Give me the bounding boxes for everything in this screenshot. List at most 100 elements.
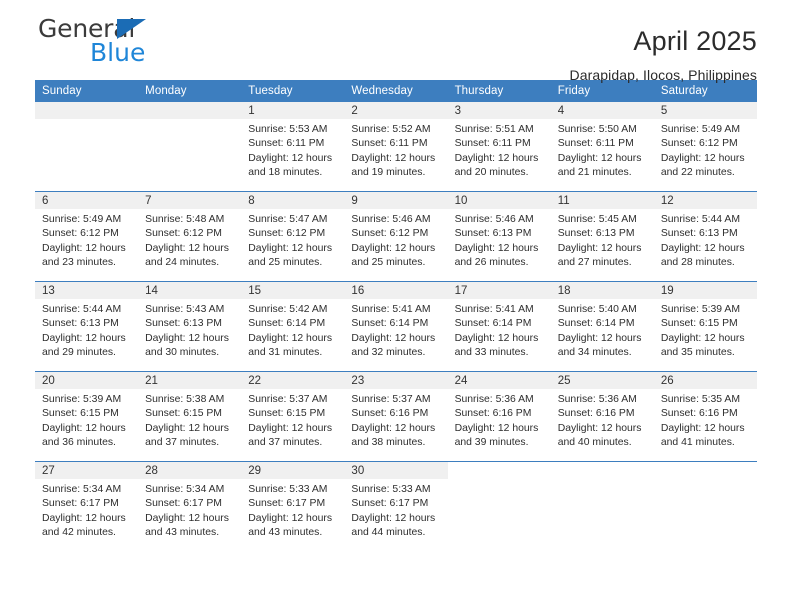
day-cell-13[interactable]: 13 Sunrise: 5:44 AM Sunset: 6:13 PM Dayligh…	[35, 282, 139, 371]
day-cell-2[interactable]: 2 Sunrise: 5:52 AM Sunset: 6:11 PM Daylight…	[344, 102, 448, 191]
day-cell-25[interactable]: 25 Sunrise: 5:36 AM Sunset: 6:16 PM Dayligh…	[550, 372, 654, 461]
day-cell-empty	[138, 102, 242, 191]
sunrise-line: Sunrise: 5:38 AM	[145, 394, 225, 405]
daylight-line: and 43 minutes.	[145, 527, 220, 539]
day-cell-5[interactable]: 5 Sunrise: 5:49 AM Sunset: 6:12 PM Daylight…	[653, 102, 757, 191]
daylight-line: Daylight: 12 hours	[145, 422, 229, 434]
sunrise-line: Sunrise: 5:47 AM	[248, 214, 328, 225]
day-cell-14[interactable]: 14 Sunrise: 5:43 AM Sunset: 6:13 PM Dayligh…	[138, 282, 242, 371]
day-cell-21[interactable]: 21 Sunrise: 5:38 AM Sunset: 6:15 PM Dayligh…	[138, 372, 242, 461]
day-cell-26[interactable]: 26 Sunrise: 5:35 AM Sunset: 6:16 PM Dayligh…	[653, 372, 757, 461]
day-cell-6[interactable]: 6 Sunrise: 5:49 AM Sunset: 6:12 PM Daylight…	[35, 192, 139, 281]
day-cell-3[interactable]: 3 Sunrise: 5:51 AM Sunset: 6:11 PM Daylight…	[447, 102, 551, 191]
calendar-cell: 2 Sunrise: 5:52 AM Sunset: 6:11 PM Daylight…	[344, 102, 448, 192]
day-cell-11[interactable]: 11 Sunrise: 5:45 AM Sunset: 6:13 PM Dayligh…	[550, 192, 654, 281]
day-number: 8	[241, 192, 345, 209]
sunrise-line: Sunrise: 5:52 AM	[351, 124, 431, 135]
day-sun-info: Sunrise: 5:46 AM Sunset: 6:13 PM Daylight:…	[448, 209, 551, 271]
day-cell-10[interactable]: 10 Sunrise: 5:46 AM Sunset: 6:13 PM Dayligh…	[447, 192, 551, 281]
sunrise-line: Sunrise: 5:34 AM	[145, 484, 225, 495]
sunset-line: Sunset: 6:11 PM	[454, 138, 531, 150]
page-subtitle: Darapidap, Ilocos, Philippines	[569, 67, 757, 83]
day-cell-12[interactable]: 12 Sunrise: 5:44 AM Sunset: 6:13 PM Dayligh…	[653, 192, 757, 281]
day-sun-info: Sunrise: 5:46 AM Sunset: 6:12 PM Daylight:…	[344, 209, 447, 271]
day-cell-4[interactable]: 4 Sunrise: 5:50 AM Sunset: 6:11 PM Daylight…	[550, 102, 654, 191]
day-sun-info: Sunrise: 5:52 AM Sunset: 6:11 PM Daylight:…	[344, 119, 447, 181]
weekday-header-saturday: Saturday	[653, 80, 757, 102]
day-cell-29[interactable]: 29 Sunrise: 5:33 AM Sunset: 6:17 PM Dayligh…	[241, 462, 345, 551]
daylight-line: and 29 minutes.	[42, 347, 116, 359]
calendar-cell: 18 Sunrise: 5:40 AM Sunset: 6:14 PM Dayligh…	[550, 281, 654, 372]
daylight-line: and 36 minutes.	[42, 437, 116, 449]
day-cell-8[interactable]: 8 Sunrise: 5:47 AM Sunset: 6:12 PM Daylight…	[241, 192, 345, 281]
sunset-line: Sunset: 6:11 PM	[248, 138, 325, 150]
sunrise-line: Sunrise: 5:53 AM	[248, 124, 328, 135]
day-cell-22[interactable]: 22 Sunrise: 5:37 AM Sunset: 6:15 PM Dayligh…	[241, 372, 345, 461]
daylight-line: and 38 minutes.	[351, 437, 426, 449]
calendar-cell	[447, 461, 551, 551]
day-cell-18[interactable]: 18 Sunrise: 5:40 AM Sunset: 6:14 PM Dayligh…	[550, 282, 654, 371]
sunrise-line: Sunrise: 5:35 AM	[660, 394, 740, 405]
sunset-line: Sunset: 6:17 PM	[351, 498, 429, 510]
calendar-cell: 27 Sunrise: 5:34 AM Sunset: 6:17 PM Dayligh…	[35, 461, 139, 551]
day-cell-9[interactable]: 9 Sunrise: 5:46 AM Sunset: 6:12 PM Daylight…	[344, 192, 448, 281]
sunrise-line: Sunrise: 5:37 AM	[351, 394, 431, 405]
day-cell-28[interactable]: 28 Sunrise: 5:34 AM Sunset: 6:17 PM Dayligh…	[138, 462, 242, 551]
sunrise-line: Sunrise: 5:48 AM	[145, 214, 225, 225]
daylight-line: Daylight: 12 hours	[351, 422, 436, 434]
calendar-cell: 9 Sunrise: 5:46 AM Sunset: 6:12 PM Daylight…	[344, 191, 448, 282]
day-sun-info: Sunrise: 5:35 AM Sunset: 6:16 PM Daylight:…	[654, 389, 757, 451]
day-cell-24[interactable]: 24 Sunrise: 5:36 AM Sunset: 6:16 PM Dayligh…	[447, 372, 551, 461]
day-number: 1	[241, 102, 345, 119]
calendar-cell: 25 Sunrise: 5:36 AM Sunset: 6:16 PM Dayligh…	[550, 371, 654, 462]
day-number: 28	[138, 462, 242, 479]
sunset-line: Sunset: 6:13 PM	[557, 228, 635, 240]
calendar-cell: 28 Sunrise: 5:34 AM Sunset: 6:17 PM Dayligh…	[138, 461, 242, 551]
daylight-line: Daylight: 12 hours	[145, 332, 229, 344]
day-cell-30[interactable]: 30 Sunrise: 5:33 AM Sunset: 6:17 PM Dayligh…	[344, 462, 448, 551]
calendar-cell: 24 Sunrise: 5:36 AM Sunset: 6:16 PM Dayligh…	[447, 371, 551, 462]
day-sun-info: Sunrise: 5:49 AM Sunset: 6:12 PM Daylight:…	[35, 209, 138, 271]
day-cell-empty	[653, 462, 757, 551]
daylight-line: Daylight: 12 hours	[351, 332, 436, 344]
calendar-cell: 29 Sunrise: 5:33 AM Sunset: 6:17 PM Dayligh…	[241, 461, 345, 551]
sunrise-line: Sunrise: 5:33 AM	[351, 484, 431, 495]
day-cell-19[interactable]: 19 Sunrise: 5:39 AM Sunset: 6:15 PM Dayligh…	[653, 282, 757, 371]
day-cell-16[interactable]: 16 Sunrise: 5:41 AM Sunset: 6:14 PM Dayligh…	[344, 282, 448, 371]
sunrise-line: Sunrise: 5:49 AM	[660, 124, 740, 135]
sunset-line: Sunset: 6:15 PM	[660, 318, 738, 330]
day-cell-27[interactable]: 27 Sunrise: 5:34 AM Sunset: 6:17 PM Dayligh…	[35, 462, 139, 551]
day-cell-15[interactable]: 15 Sunrise: 5:42 AM Sunset: 6:14 PM Dayligh…	[241, 282, 345, 371]
calendar-cell: 8 Sunrise: 5:47 AM Sunset: 6:12 PM Daylight…	[241, 191, 345, 282]
day-cell-7[interactable]: 7 Sunrise: 5:48 AM Sunset: 6:12 PM Daylight…	[138, 192, 242, 281]
calendar-page: General Blue April 2025 Darapidap, Iloco…	[0, 0, 792, 612]
sunrise-line: Sunrise: 5:41 AM	[351, 304, 431, 315]
calendar-cell: 5 Sunrise: 5:49 AM Sunset: 6:12 PM Daylight…	[653, 102, 757, 192]
day-cell-17[interactable]: 17 Sunrise: 5:41 AM Sunset: 6:14 PM Dayligh…	[447, 282, 551, 371]
sunrise-line: Sunrise: 5:50 AM	[557, 124, 637, 135]
sunrise-line: Sunrise: 5:39 AM	[660, 304, 740, 315]
day-cell-1[interactable]: 1 Sunrise: 5:53 AM Sunset: 6:11 PM Daylight…	[241, 102, 345, 191]
day-number: 20	[35, 372, 139, 389]
day-number: 13	[35, 282, 139, 299]
sunset-line: Sunset: 6:17 PM	[42, 498, 119, 510]
day-number: 23	[344, 372, 448, 389]
sunset-line: Sunset: 6:12 PM	[660, 138, 738, 150]
daylight-line: Daylight: 12 hours	[660, 152, 745, 164]
day-sun-info: Sunrise: 5:41 AM Sunset: 6:14 PM Daylight:…	[448, 299, 551, 361]
day-number: 2	[344, 102, 448, 119]
daylight-line: and 20 minutes.	[454, 167, 529, 179]
day-number: 30	[344, 462, 448, 479]
calendar-cell: 17 Sunrise: 5:41 AM Sunset: 6:14 PM Dayligh…	[447, 281, 551, 372]
sunset-line: Sunset: 6:15 PM	[248, 408, 326, 420]
sunrise-line: Sunrise: 5:51 AM	[454, 124, 534, 135]
day-sun-info: Sunrise: 5:49 AM Sunset: 6:12 PM Daylight:…	[654, 119, 757, 181]
weekday-header-wednesday: Wednesday	[344, 80, 448, 102]
day-cell-20[interactable]: 20 Sunrise: 5:39 AM Sunset: 6:15 PM Dayligh…	[35, 372, 139, 461]
day-cell-23[interactable]: 23 Sunrise: 5:37 AM Sunset: 6:16 PM Dayligh…	[344, 372, 448, 461]
daylight-line: and 34 minutes.	[557, 347, 632, 359]
day-number: 24	[447, 372, 551, 389]
calendar-cell: 1 Sunrise: 5:53 AM Sunset: 6:11 PM Daylight…	[241, 102, 345, 192]
day-number: 3	[447, 102, 551, 119]
sunrise-line: Sunrise: 5:33 AM	[248, 484, 328, 495]
